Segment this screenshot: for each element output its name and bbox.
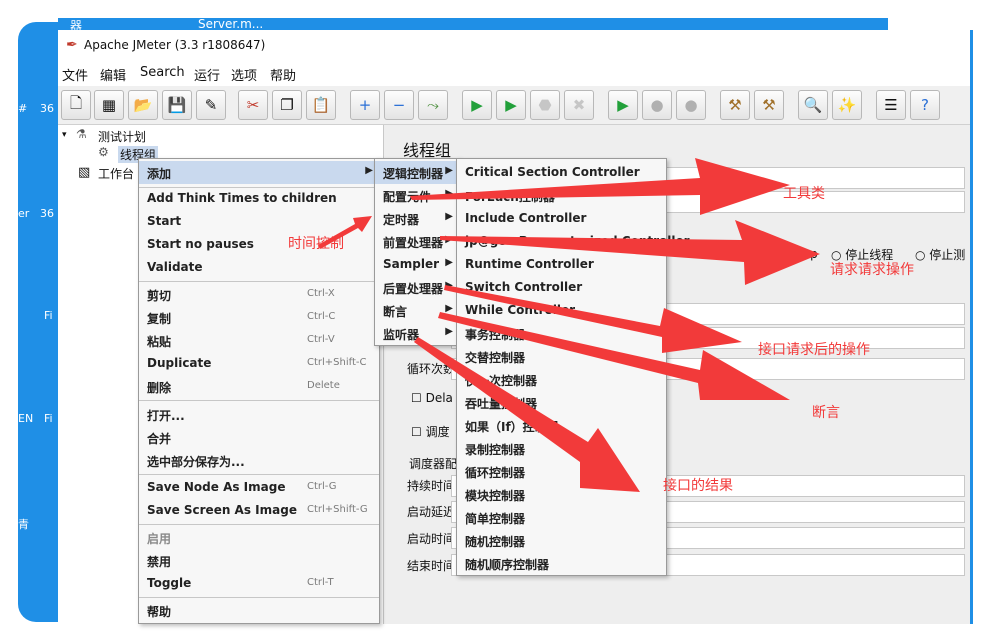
annotation-pre: 请求请求操作 [830,262,914,278]
annotation-assertion: 断言 [812,405,840,421]
annotation-tools: 工具类 [783,186,825,202]
arrow-listener [414,337,640,492]
arrow-postprocessor [444,285,742,353]
annotation-post: 接口请求后的操作 [758,342,870,358]
annotation-arrows [318,158,820,492]
annotation-listener: 接口的结果 [663,478,733,494]
arrow-config [410,158,790,215]
annotation-timer: 时间控制 [288,236,344,252]
arrow-preprocessor [440,220,820,285]
